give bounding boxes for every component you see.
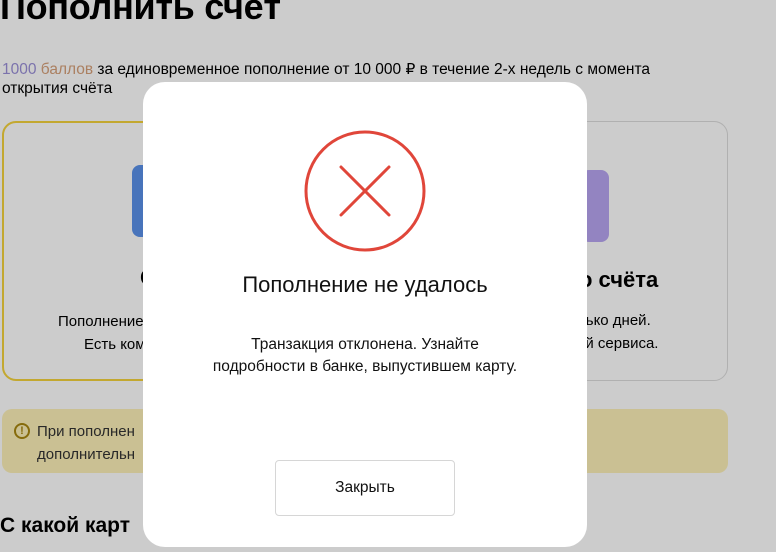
- modal-title: Пополнение не удалось: [242, 272, 488, 297]
- close-button[interactable]: Закрыть: [275, 460, 455, 516]
- error-x-icon: [304, 130, 426, 252]
- modal-message-line2: подробности в банке, выпустившем карту.: [212, 358, 518, 375]
- modal-message: Транзакция отклонена. Узнайте подробност…: [183, 334, 547, 378]
- error-modal: Пополнение не удалось Транзакция отклоне…: [143, 82, 587, 547]
- modal-message-line1: Транзакция отклонена. Узнайте: [251, 336, 479, 353]
